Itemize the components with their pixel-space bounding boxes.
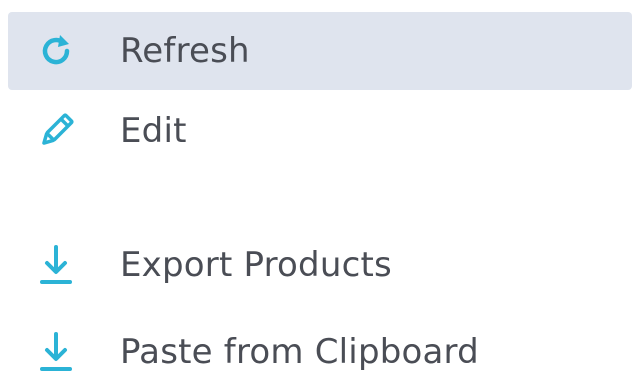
menu-item-label: Edit: [120, 111, 187, 151]
menu-item-label: Paste from Clipboard: [120, 332, 479, 372]
download-icon: [30, 239, 82, 291]
pencil-icon: [30, 105, 82, 157]
menu-item-label: Export Products: [120, 245, 392, 285]
refresh-icon: [30, 25, 82, 77]
menu-item-label: Refresh: [120, 31, 250, 71]
download-icon: [30, 326, 82, 378]
menu-item-edit[interactable]: Edit: [8, 92, 632, 170]
context-menu: Refresh Edit Export Products Paste from …: [0, 0, 632, 392]
menu-item-paste-from-clipboard[interactable]: Paste from Clipboard: [8, 313, 632, 391]
menu-item-export-products[interactable]: Export Products: [8, 226, 632, 304]
menu-item-refresh[interactable]: Refresh: [8, 12, 632, 90]
